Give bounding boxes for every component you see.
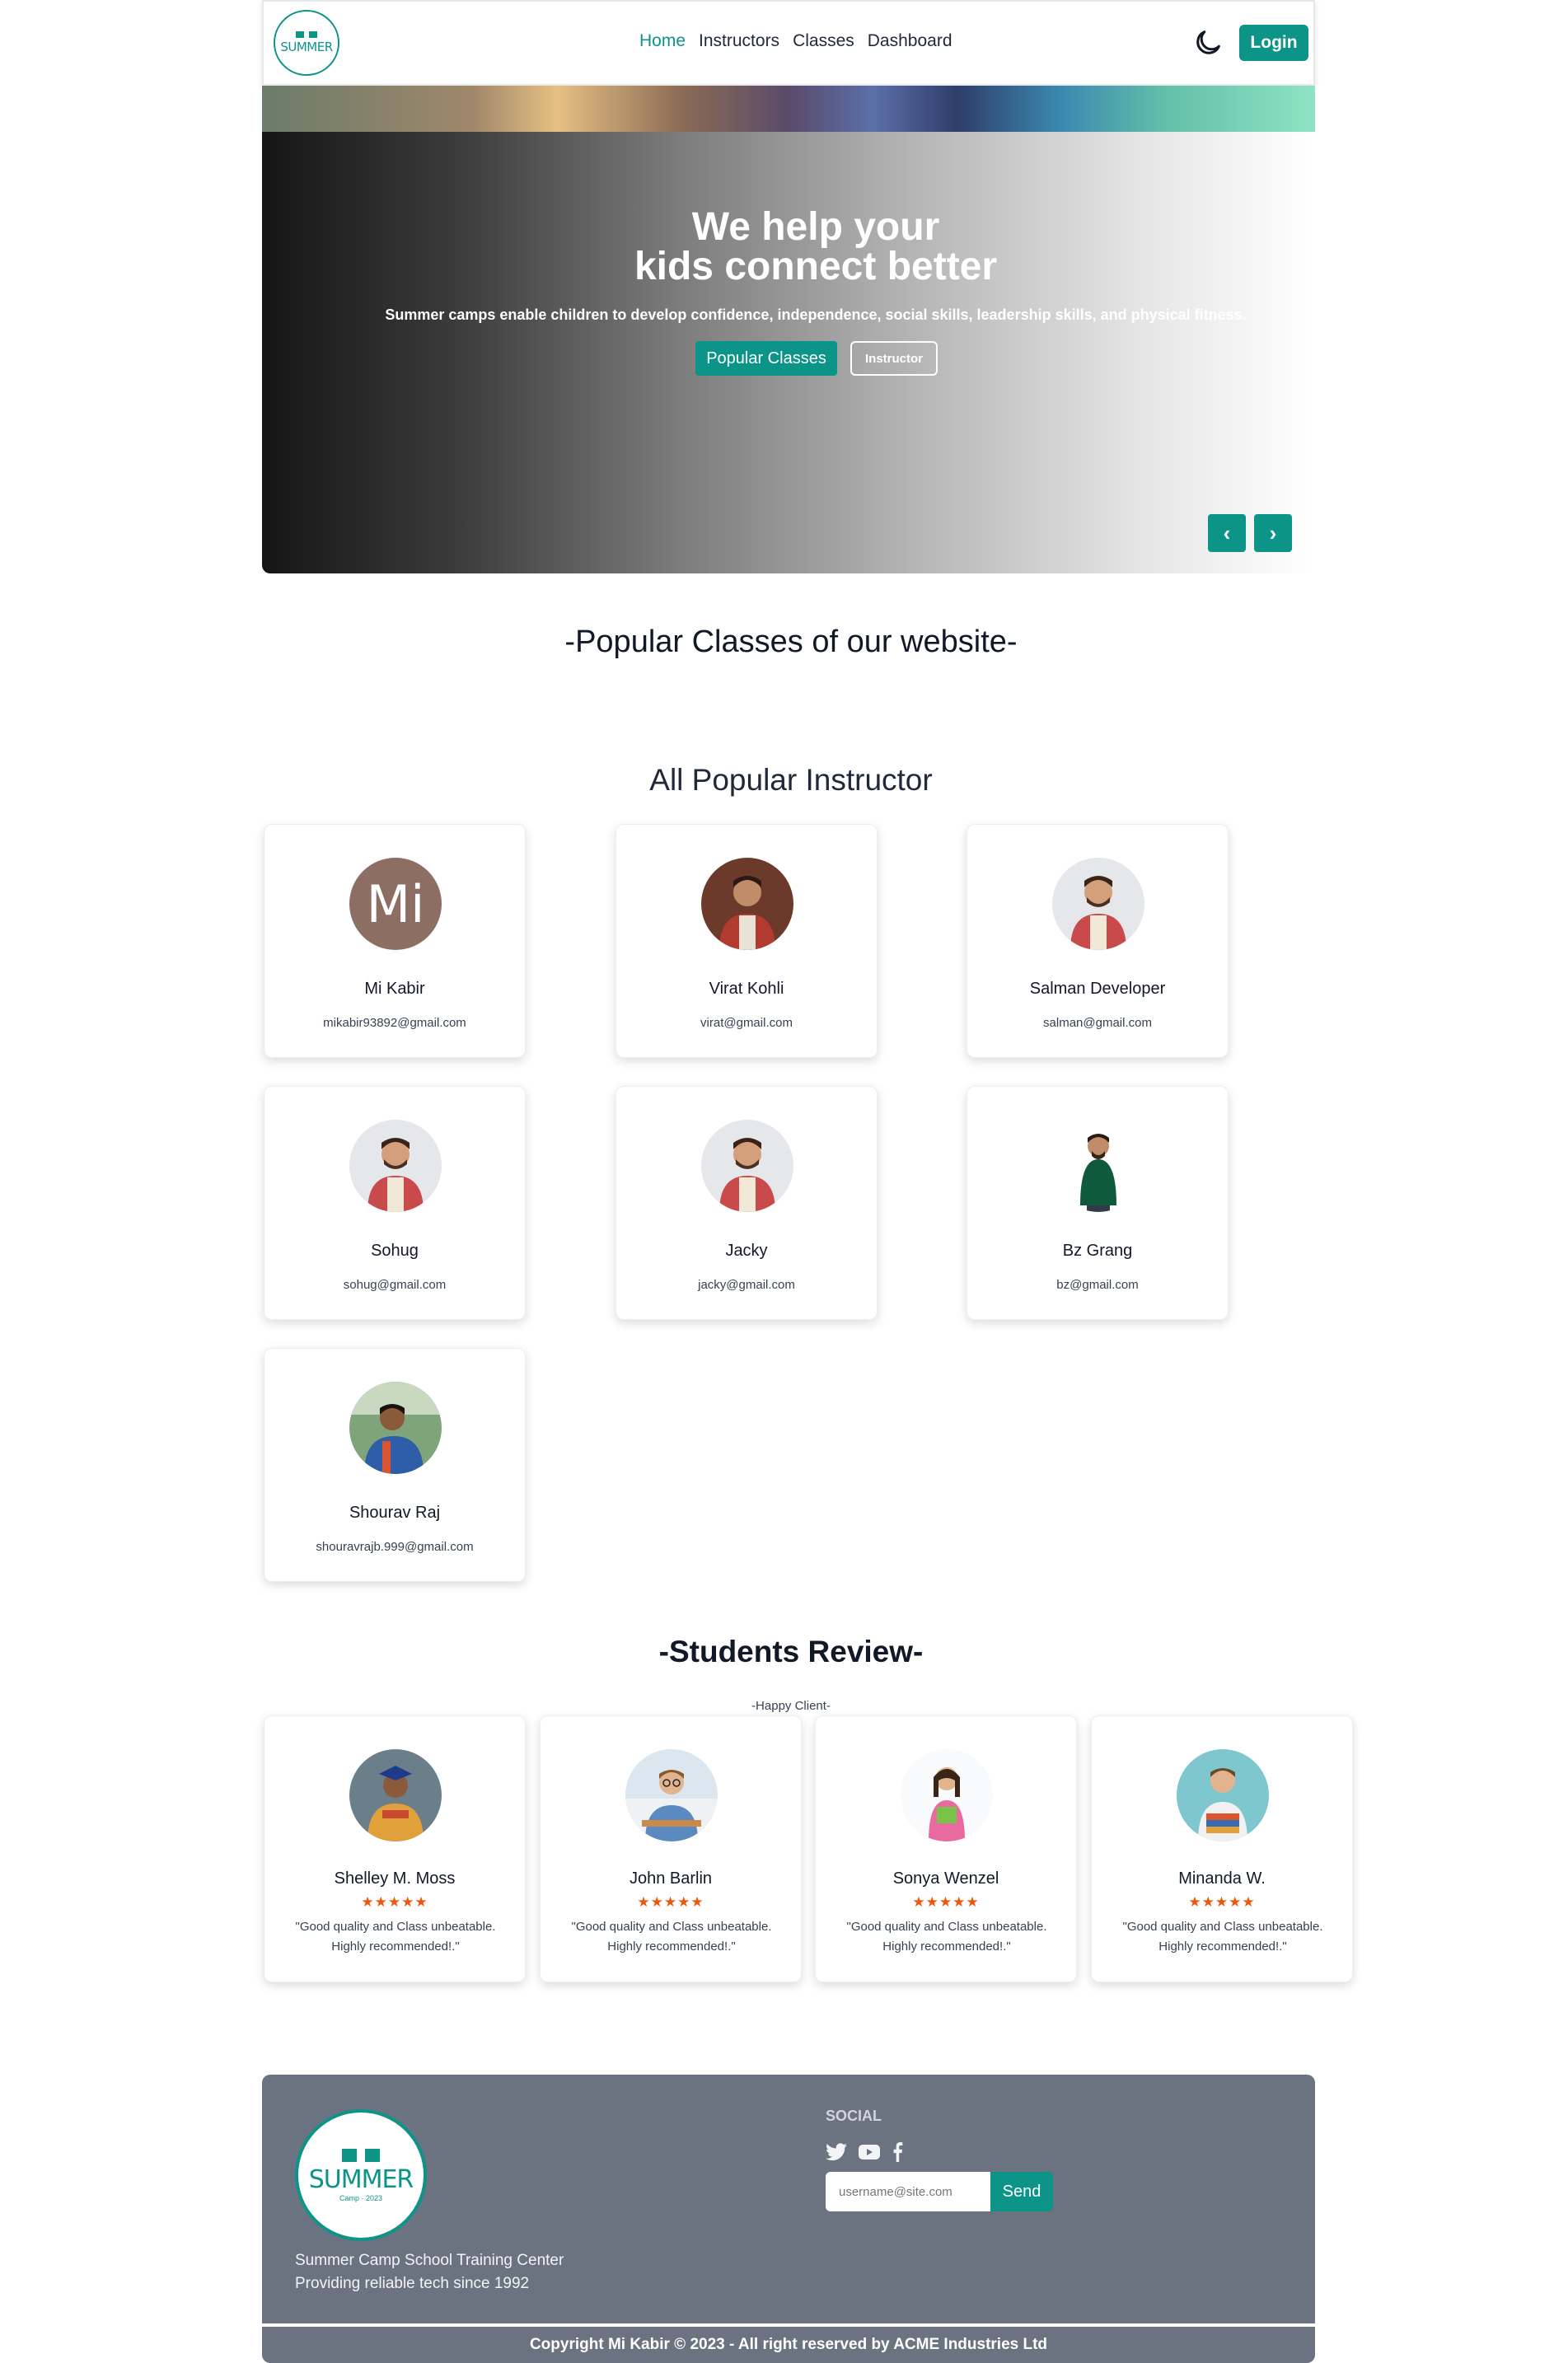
instructor-card: Shourav Raj shouravrajb.999@gmail.com [264,1348,526,1582]
footer-tagline-line2: Providing reliable tech since 1992 [295,2275,530,2292]
logo-building-icon [296,31,317,38]
nav-links: Home Instructors Classes Dashboard [639,31,953,51]
site-logo[interactable]: SUMMER [274,10,339,76]
instructor-email: shouravrajb.999@gmail.com [316,1540,474,1554]
carousel-next-button[interactable]: › [1254,514,1292,552]
avatar: Mi [349,858,442,950]
nav-link-instructors[interactable]: Instructors [699,31,779,51]
navbar: SUMMER Home Instructors Classes Dashboar… [262,0,1315,86]
hero-image-strip [262,86,1315,132]
footer-logo-text: SUMMER [308,2164,414,2194]
avatar [625,1749,718,1841]
copyright-bar: Copyright Mi Kabir © 2023 - All right re… [262,2327,1315,2363]
send-button[interactable]: Send [990,2172,1053,2211]
reviews-subheading: -Happy Client- [751,1699,831,1713]
hero-title-line1: We help your [691,205,940,249]
instructor-button[interactable]: Instructor [850,341,938,376]
logo-building-icon [342,2148,380,2162]
instructor-card: Mi Mi Kabir mikabir93892@gmail.com [264,824,526,1058]
instructor-email: sohug@gmail.com [343,1278,447,1292]
hero-subtitle: Summer camps enable children to develop … [385,306,1247,323]
instructor-card: Virat Kohli virat@gmail.com [615,824,878,1058]
instructor-name: Virat Kohli [709,980,784,998]
youtube-icon[interactable] [859,2144,880,2160]
avatar [901,1749,993,1841]
instructor-name: Salman Developer [1029,980,1166,998]
social-icons [826,2142,903,2162]
login-button[interactable]: Login [1239,25,1308,61]
instructor-name: Shourav Raj [349,1504,441,1522]
instructor-email: salman@gmail.com [1043,1016,1152,1030]
avatar [349,1120,442,1212]
review-text: "Good quality and Class unbeatable. High… [295,1920,496,1954]
footer: SUMMER Camp · 2023 Summer Camp School Tr… [262,2075,1315,2323]
footer-logo[interactable]: SUMMER Camp · 2023 [295,2109,427,2241]
hero-title: We help your kids connect better [262,208,1369,287]
instructor-email: bz@gmail.com [1056,1278,1139,1292]
logo-text: SUMMER [280,40,333,54]
reviewer-name: Sonya Wenzel [892,1869,999,1888]
instructor-card: Salman Developer salman@gmail.com [967,824,1229,1058]
rating-stars-icon: ★★★★★ [1188,1894,1256,1910]
instructor-email: mikabir93892@gmail.com [323,1016,466,1030]
reviewer-name: Shelley M. Moss [334,1869,456,1888]
rating-stars-icon: ★★★★★ [912,1894,980,1910]
dark-mode-moon-icon[interactable] [1191,26,1224,59]
avatar [1177,1749,1269,1841]
subscribe-email-input[interactable] [826,2172,990,2211]
avatar [349,1749,442,1841]
reviews-heading: -Students Review- [658,1635,924,1668]
reviewer-name: John Barlin [629,1869,713,1888]
facebook-icon[interactable] [892,2142,903,2162]
instructor-card: Bz Grang bz@gmail.com [967,1086,1229,1320]
instructor-name: Mi Kabir [364,980,425,998]
avatar [349,1382,442,1474]
review-text: "Good quality and Class unbeatable. High… [846,1920,1047,1954]
hero-title-line2: kids connect better [634,245,998,288]
instructor-email: virat@gmail.com [700,1016,793,1030]
avatar [1052,858,1144,950]
footer-tagline-line1: Summer Camp School Training Center [295,2252,564,2269]
review-card: Sonya Wenzel ★★★★★ "Good quality and Cla… [815,1715,1077,1982]
review-card: Shelley M. Moss ★★★★★ "Good quality and … [264,1715,526,1982]
instructor-card: Jacky jacky@gmail.com [615,1086,878,1320]
avatar [1052,1120,1144,1212]
instructor-name: Bz Grang [1062,1242,1133,1260]
carousel-prev-button[interactable]: ‹ [1208,514,1246,552]
popular-classes-button[interactable]: Popular Classes [695,341,837,376]
rating-stars-icon: ★★★★★ [637,1894,704,1910]
instructor-email: jacky@gmail.com [698,1278,795,1292]
instructors-heading: All Popular Instructor [649,763,933,797]
nav-link-dashboard[interactable]: Dashboard [868,31,953,51]
review-card: Minanda W. ★★★★★ "Good quality and Class… [1091,1715,1353,1982]
avatar [701,858,793,950]
rating-stars-icon: ★★★★★ [361,1894,428,1910]
review-card: John Barlin ★★★★★ "Good quality and Clas… [540,1715,802,1982]
instructor-name: Sohug [371,1242,419,1260]
twitter-icon[interactable] [826,2143,847,2161]
reviewer-name: Minanda W. [1178,1869,1266,1888]
social-heading: SOCIAL [826,2108,882,2124]
review-text: "Good quality and Class unbeatable. High… [1122,1920,1323,1954]
nav-link-classes[interactable]: Classes [793,31,854,51]
instructor-name: Jacky [725,1242,768,1260]
avatar [701,1120,793,1212]
popular-classes-heading: -Popular Classes of our website- [564,625,1018,659]
instructor-card: Sohug sohug@gmail.com [264,1086,526,1320]
nav-link-home[interactable]: Home [639,31,686,51]
review-text: "Good quality and Class unbeatable. High… [571,1920,772,1954]
footer-tagline: Summer Camp School Training Center Provi… [295,2249,564,2295]
footer-logo-sub: Camp · 2023 [339,2193,383,2202]
